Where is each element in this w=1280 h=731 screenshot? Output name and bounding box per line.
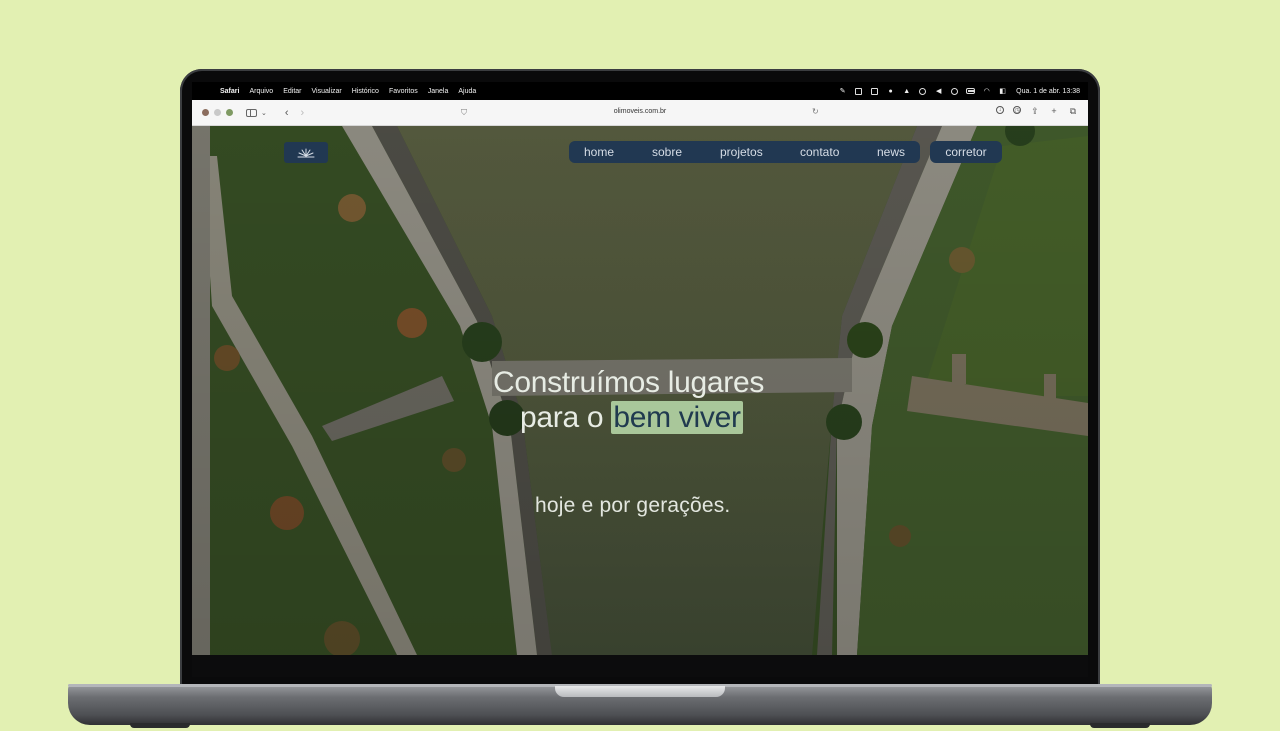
menu-safari[interactable]: Safari xyxy=(220,88,239,95)
nav-contato[interactable]: contato xyxy=(800,145,839,159)
reload-icon[interactable]: ↻ xyxy=(812,107,819,116)
nav-home[interactable]: home xyxy=(584,145,614,159)
nav-projetos[interactable]: projetos xyxy=(720,145,763,159)
macos-menu-bar: Safari Arquivo Editar Visualizar Históri… xyxy=(192,82,1088,100)
main-navigation: home sobre projetos contato news xyxy=(569,141,920,163)
screen-bezel xyxy=(192,655,1088,677)
address-bar[interactable]: olimoveis.com.br xyxy=(192,108,1088,115)
share-icon[interactable]: ⇪ xyxy=(1030,106,1040,116)
hero-headline: Construímos lugares para o bem viver xyxy=(478,365,818,435)
new-tab-icon[interactable]: + xyxy=(1049,106,1059,116)
laptop-foot-right xyxy=(1090,723,1150,728)
notion-icon[interactable] xyxy=(854,87,863,95)
hero-section: home sobre projetos contato news correto… xyxy=(192,126,1088,655)
headline-line-1: Construímos lugares xyxy=(493,366,765,399)
history-clock-icon[interactable]: ◷ xyxy=(1013,106,1021,114)
hero-subline: hoje e por gerações. xyxy=(535,494,731,517)
menu-editar[interactable]: Editar xyxy=(283,88,301,95)
menu-historico[interactable]: Histórico xyxy=(352,88,379,95)
laptop-opening-notch xyxy=(555,686,725,697)
laptop-foot-left xyxy=(130,723,190,728)
status-area: ✎ ● ▲ ◀ ◠ ◧ Qua. 1 de abr. 13:38 xyxy=(838,82,1080,100)
menu-janela[interactable]: Janela xyxy=(428,88,449,95)
toolbar-actions: ↓ ◷ ⇪ + ⧉ xyxy=(996,106,1078,116)
wifi-icon[interactable]: ◠ xyxy=(982,87,991,95)
headline-line-2: para o bem viver xyxy=(478,400,818,435)
focus-icon[interactable]: ✎ xyxy=(838,87,847,95)
menu-arquivo[interactable]: Arquivo xyxy=(249,88,273,95)
site-logo-button[interactable] xyxy=(284,142,328,163)
window-icon[interactable] xyxy=(870,87,879,95)
laptop-screen: Safari Arquivo Editar Visualizar Históri… xyxy=(192,82,1088,655)
menu-bar-clock[interactable]: Qua. 1 de abr. 13:38 xyxy=(1016,88,1080,95)
corretor-button[interactable]: corretor xyxy=(930,141,1002,163)
sunrise-logo-icon xyxy=(297,148,315,157)
nav-news[interactable]: news xyxy=(877,145,905,159)
download-icon[interactable]: ↓ xyxy=(996,106,1004,114)
tab-overview-icon[interactable]: ⧉ xyxy=(1068,106,1078,116)
airdrop-icon[interactable]: ▲ xyxy=(902,87,911,95)
volume-icon[interactable]: ◀ xyxy=(934,87,943,95)
account-icon[interactable] xyxy=(950,87,959,95)
menu-favoritos[interactable]: Favoritos xyxy=(389,88,418,95)
headline-prefix: para o xyxy=(520,401,612,434)
control-center-icon[interactable]: ◧ xyxy=(998,87,1007,95)
headline-highlight: bem viver xyxy=(611,401,743,434)
battery-icon[interactable] xyxy=(966,87,976,95)
user-icon[interactable]: ● xyxy=(886,87,895,95)
record-icon[interactable] xyxy=(918,87,927,95)
menu-ajuda[interactable]: Ajuda xyxy=(458,88,476,95)
menu-visualizar[interactable]: Visualizar xyxy=(312,88,342,95)
safari-toolbar: ⌄ ‹ › ⛉ olimoveis.com.br ↻ ↓ ◷ ⇪ + ⧉ xyxy=(192,100,1088,126)
nav-sobre[interactable]: sobre xyxy=(652,145,682,159)
